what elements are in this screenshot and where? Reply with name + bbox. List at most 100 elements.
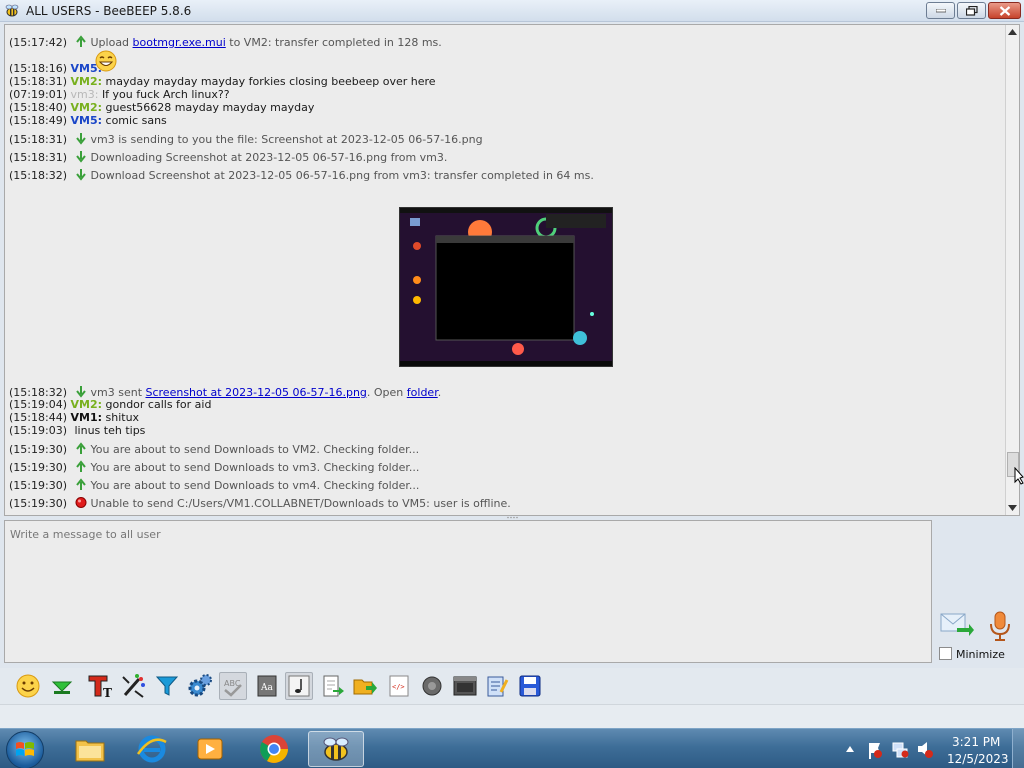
screenshot-image [400,208,612,366]
username-vm2[interactable]: VM2: [71,101,103,114]
save-button[interactable] [516,672,544,700]
taskbar-chrome[interactable] [246,731,302,767]
chat-line: (15:17:42) Upload bootmgr.exe.mui to VM2… [9,35,442,49]
username-vm3[interactable]: vm3: [71,88,99,101]
record-circle-icon [422,676,442,696]
font-t-icon: T [88,675,112,699]
microphone-icon [990,611,1010,641]
title-bar: ALL USERS - BeeBEEP 5.8.6 [0,0,1024,22]
windows-taskbar: 3:21 PM 12/5/2023 [0,728,1024,768]
clock-time[interactable]: 3:21 PM [952,735,1000,749]
color-pen-icon [122,674,145,698]
chat-toolbar: T ABC Aa </> [0,668,1024,704]
voice-message-button[interactable] [986,610,1014,642]
settings-button[interactable] [186,672,214,700]
filter-button[interactable] [153,672,181,700]
send-message-button[interactable] [939,608,975,640]
scroll-down-icon[interactable] [1008,505,1017,511]
floppy-disk-icon [519,675,541,697]
taskbar-beebeep[interactable] [308,731,364,767]
windows-logo-icon [16,742,34,756]
username-vm5[interactable]: VM5: [71,114,103,127]
chat-line: (15:19:30) Unable to send C:/Users/VM1.C… [9,497,511,510]
username-vm2[interactable]: VM2: [71,75,103,88]
close-window-button[interactable] [988,2,1021,19]
open-folder-link[interactable]: folder [407,386,438,399]
code-page-icon: </> [389,675,409,697]
grin-emoji-icon [95,50,117,72]
chat-line: (15:18:40) VM2: guest56628 mayday mayday… [9,101,315,114]
chat-line: (15:19:30) You are about to send Downloa… [9,478,420,492]
gears-icon [188,674,212,697]
show-hidden-icons-icon[interactable] [845,729,855,768]
scroll-up-icon[interactable] [1008,29,1017,35]
file-link[interactable]: bootmgr.exe.mui [133,36,226,49]
svg-text:</>: </> [392,683,405,691]
chat-line: (15:18:16) VM5: [9,50,117,75]
chat-history[interactable]: (15:17:42) Upload bootmgr.exe.mui to VM2… [4,24,1020,516]
send-file-button[interactable] [48,672,76,700]
username-vm1[interactable]: VM1: [71,411,103,424]
username-vm2[interactable]: VM2: [71,398,103,411]
document-arrow-icon [323,675,344,697]
svg-text:Aa: Aa [260,683,273,693]
chat-line: (15:18:31) VM2: mayday mayday mayday for… [9,75,436,88]
spellcheck-icon: ABC [224,679,242,697]
font-color-button[interactable] [120,672,148,700]
screenshot-button[interactable] [451,672,479,700]
chat-line: (15:19:04) VM2: gondor calls for aid [9,398,212,411]
chat-line: (15:18:32) vm3 sent Screenshot at 2023-1… [9,386,442,399]
minimize-label: Minimize [956,648,1005,661]
minimize-icon [935,8,946,12]
splitter-handle[interactable] [506,516,520,519]
spellcheck-button[interactable]: ABC [219,672,247,700]
emoticons-button[interactable] [14,672,42,700]
show-desktop-button[interactable] [1012,729,1024,768]
edit-note-button[interactable] [483,672,511,700]
save-chat-button[interactable] [319,672,347,700]
download-arrow-icon [75,151,86,163]
font-button[interactable]: T [86,672,114,700]
html-button[interactable]: </> [385,672,413,700]
message-input-placeholder: Write a message to all user [10,528,161,541]
music-note-icon [288,675,310,697]
chat-line: (15:18:49) VM5: comic sans [9,114,167,127]
received-screenshot-thumbnail[interactable] [399,207,613,367]
chat-line: (15:19:30) You are about to send Downloa… [9,460,420,474]
dictionary-button[interactable]: Aa [253,672,281,700]
download-arrow-icon [75,133,86,145]
chat-line: (07:19:01) vm3: If you fuck Arch linux?? [9,88,230,101]
send-envelope-icon [940,613,974,636]
chat-line: (15:18:32) Download Screenshot at 2023-1… [9,169,594,182]
minimize-window-button[interactable] [926,2,955,19]
notepad-pencil-icon [487,676,509,697]
clock-date[interactable]: 12/5/2023 [947,752,1009,766]
internet-explorer-icon [136,735,167,763]
taskbar-explorer[interactable] [62,731,118,767]
chat-line: (15:18:31) vm3 is sending to you the fil… [9,133,483,146]
send-folder-button[interactable] [351,672,379,700]
window-title: ALL USERS - BeeBEEP 5.8.6 [26,4,192,18]
bee-icon [323,737,349,761]
sound-notification-button[interactable] [285,672,313,700]
restore-icon [965,5,978,16]
chat-vertical-scrollbar[interactable] [1005,25,1019,515]
taskbar-internet-explorer[interactable] [124,731,180,767]
chat-line: (15:19:30) You are about to send Downloa… [9,442,420,456]
dictionary-icon: Aa [257,675,277,697]
action-center-flag-icon[interactable] [866,729,884,768]
restore-window-button[interactable] [957,2,986,19]
record-button[interactable] [418,672,446,700]
network-icon[interactable] [891,729,909,768]
chrome-icon [260,735,288,763]
taskbar-media-player[interactable] [182,731,238,767]
minimize-checkbox[interactable] [939,647,952,660]
beebeep-app-icon [5,4,19,17]
status-bar [0,704,1024,728]
upload-arrow-icon [75,35,86,47]
upload-arrow-icon [75,460,86,472]
mouse-cursor-icon [1014,467,1024,485]
message-input[interactable]: Write a message to all user [4,520,932,663]
start-button[interactable] [6,731,44,768]
volume-muted-icon[interactable] [916,729,934,768]
